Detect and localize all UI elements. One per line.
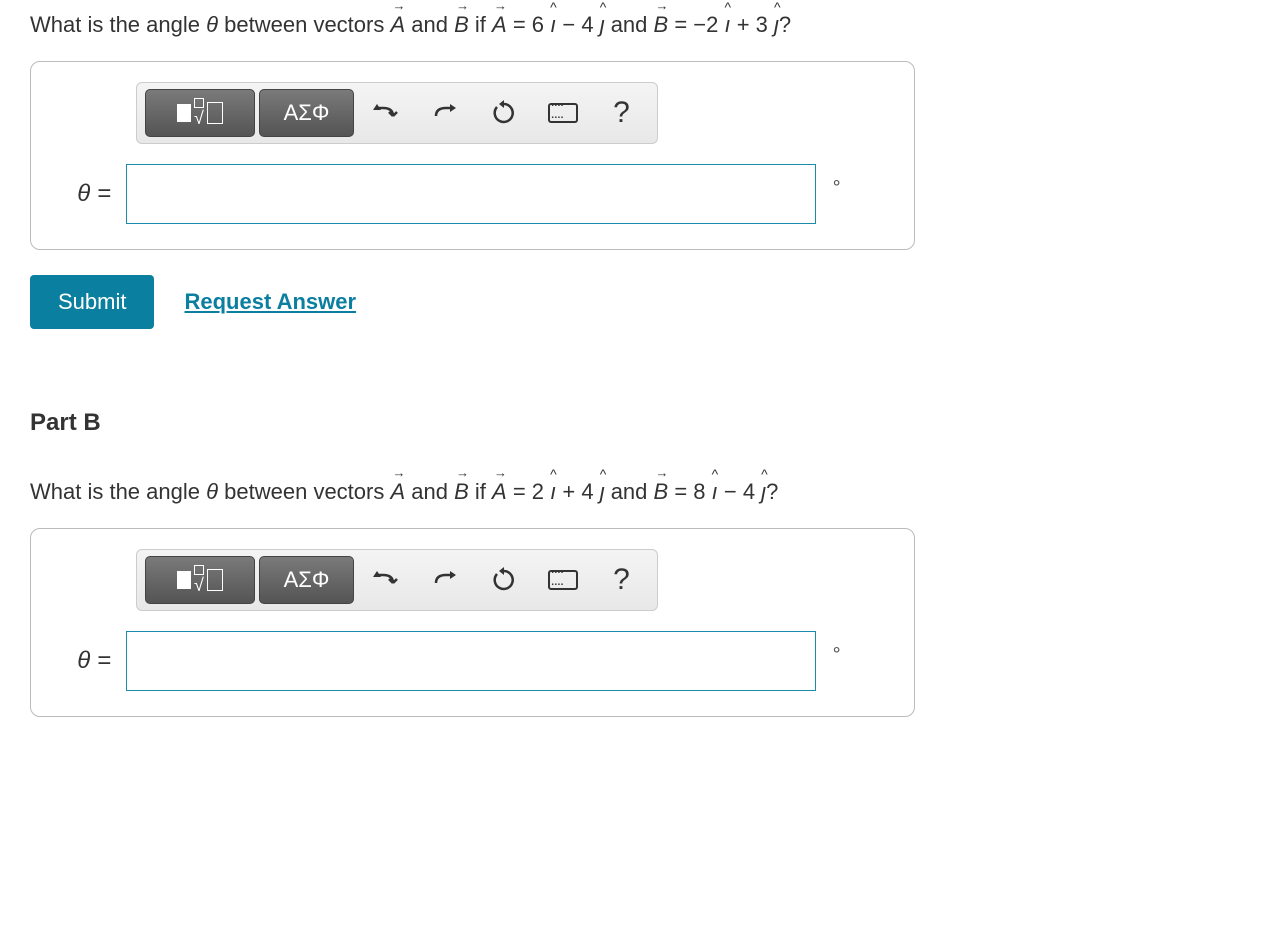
keyboard-icon — [548, 103, 578, 123]
vector-b: B — [654, 10, 669, 41]
equation-toolbar: √ ΑΣΦ ? — [136, 82, 658, 144]
qtext: between vectors — [218, 12, 390, 37]
reset-button[interactable] — [476, 556, 531, 604]
redo-icon — [432, 102, 458, 124]
answer-row: θ = ∘ — [51, 631, 894, 691]
undo-button[interactable] — [358, 89, 413, 137]
qtext: if — [469, 479, 492, 504]
question-b: What is the angle θ between vectors A an… — [30, 477, 1257, 508]
qtext: and — [405, 12, 454, 37]
qtext: = 8 — [668, 479, 711, 504]
redo-button[interactable] — [417, 556, 472, 604]
qtext: = −2 — [668, 12, 724, 37]
vector-b: B — [454, 477, 469, 508]
answer-box-b: √ ΑΣΦ ? θ = ∘ — [30, 528, 915, 717]
answer-box-a: √ ΑΣΦ ? θ = ∘ — [30, 61, 915, 250]
fill-rect-icon — [177, 571, 191, 589]
degree-unit: ∘ — [831, 172, 842, 193]
qtext: and — [405, 479, 454, 504]
undo-icon — [373, 102, 399, 124]
answer-input-b[interactable] — [126, 631, 816, 691]
undo-button[interactable] — [358, 556, 413, 604]
submit-button[interactable]: Submit — [30, 275, 154, 329]
help-button[interactable]: ? — [594, 556, 649, 604]
reset-icon — [491, 100, 517, 126]
qtext: if — [469, 12, 492, 37]
keyboard-button[interactable] — [535, 89, 590, 137]
question-a: What is the angle θ between vectors A an… — [30, 10, 1257, 41]
i-hat: ı — [712, 477, 718, 508]
fill-rect-icon — [177, 104, 191, 122]
qtext: What is the angle — [30, 479, 206, 504]
reset-icon — [491, 567, 517, 593]
vector-b: B — [654, 477, 669, 508]
sqrt-icon: √ — [194, 565, 204, 594]
part-b-header: Part B — [30, 389, 1257, 437]
qtext: = 6 — [507, 12, 550, 37]
help-button[interactable]: ? — [594, 89, 649, 137]
equation-toolbar: √ ΑΣΦ ? — [136, 549, 658, 611]
outline-rect-icon — [207, 102, 223, 124]
greek-letters-button[interactable]: ΑΣΦ — [259, 89, 354, 137]
request-answer-link[interactable]: Request Answer — [184, 289, 356, 315]
j-hat: ȷ — [600, 477, 605, 508]
qtext: and — [605, 12, 654, 37]
qtext: + 4 — [556, 479, 599, 504]
math-templates-button[interactable]: √ — [145, 556, 255, 604]
undo-icon — [373, 569, 399, 591]
theta-label: θ = — [51, 647, 111, 675]
j-hat: ȷ — [774, 10, 779, 41]
keyboard-icon — [548, 570, 578, 590]
theta-label: θ = — [51, 180, 111, 208]
outline-rect-icon — [207, 569, 223, 591]
math-templates-button[interactable]: √ — [145, 89, 255, 137]
theta-symbol: θ — [206, 479, 218, 504]
qtext: − 4 — [556, 12, 599, 37]
reset-button[interactable] — [476, 89, 531, 137]
qtext: and — [605, 479, 654, 504]
redo-button[interactable] — [417, 89, 472, 137]
vector-a: A — [390, 10, 405, 41]
answer-input-a[interactable] — [126, 164, 816, 224]
keyboard-button[interactable] — [535, 556, 590, 604]
qtext: ? — [779, 12, 791, 37]
qtext: between vectors — [218, 479, 390, 504]
vector-a: A — [492, 477, 507, 508]
i-hat: ı — [550, 477, 556, 508]
greek-letters-button[interactable]: ΑΣΦ — [259, 556, 354, 604]
j-hat: ȷ — [761, 477, 766, 508]
qtext: = 2 — [507, 479, 550, 504]
actions-row-a: Submit Request Answer — [30, 275, 1257, 329]
degree-unit: ∘ — [831, 639, 842, 660]
redo-icon — [432, 569, 458, 591]
theta-symbol: θ — [206, 12, 218, 37]
qtext: − 4 — [718, 479, 761, 504]
sqrt-icon: √ — [194, 98, 204, 127]
j-hat: ȷ — [600, 10, 605, 41]
i-hat: ı — [724, 10, 730, 41]
qtext: + 3 — [731, 12, 774, 37]
qtext: ? — [766, 479, 778, 504]
i-hat: ı — [550, 10, 556, 41]
vector-a: A — [390, 477, 405, 508]
qtext: What is the angle — [30, 12, 206, 37]
answer-row: θ = ∘ — [51, 164, 894, 224]
vector-a: A — [492, 10, 507, 41]
vector-b: B — [454, 10, 469, 41]
